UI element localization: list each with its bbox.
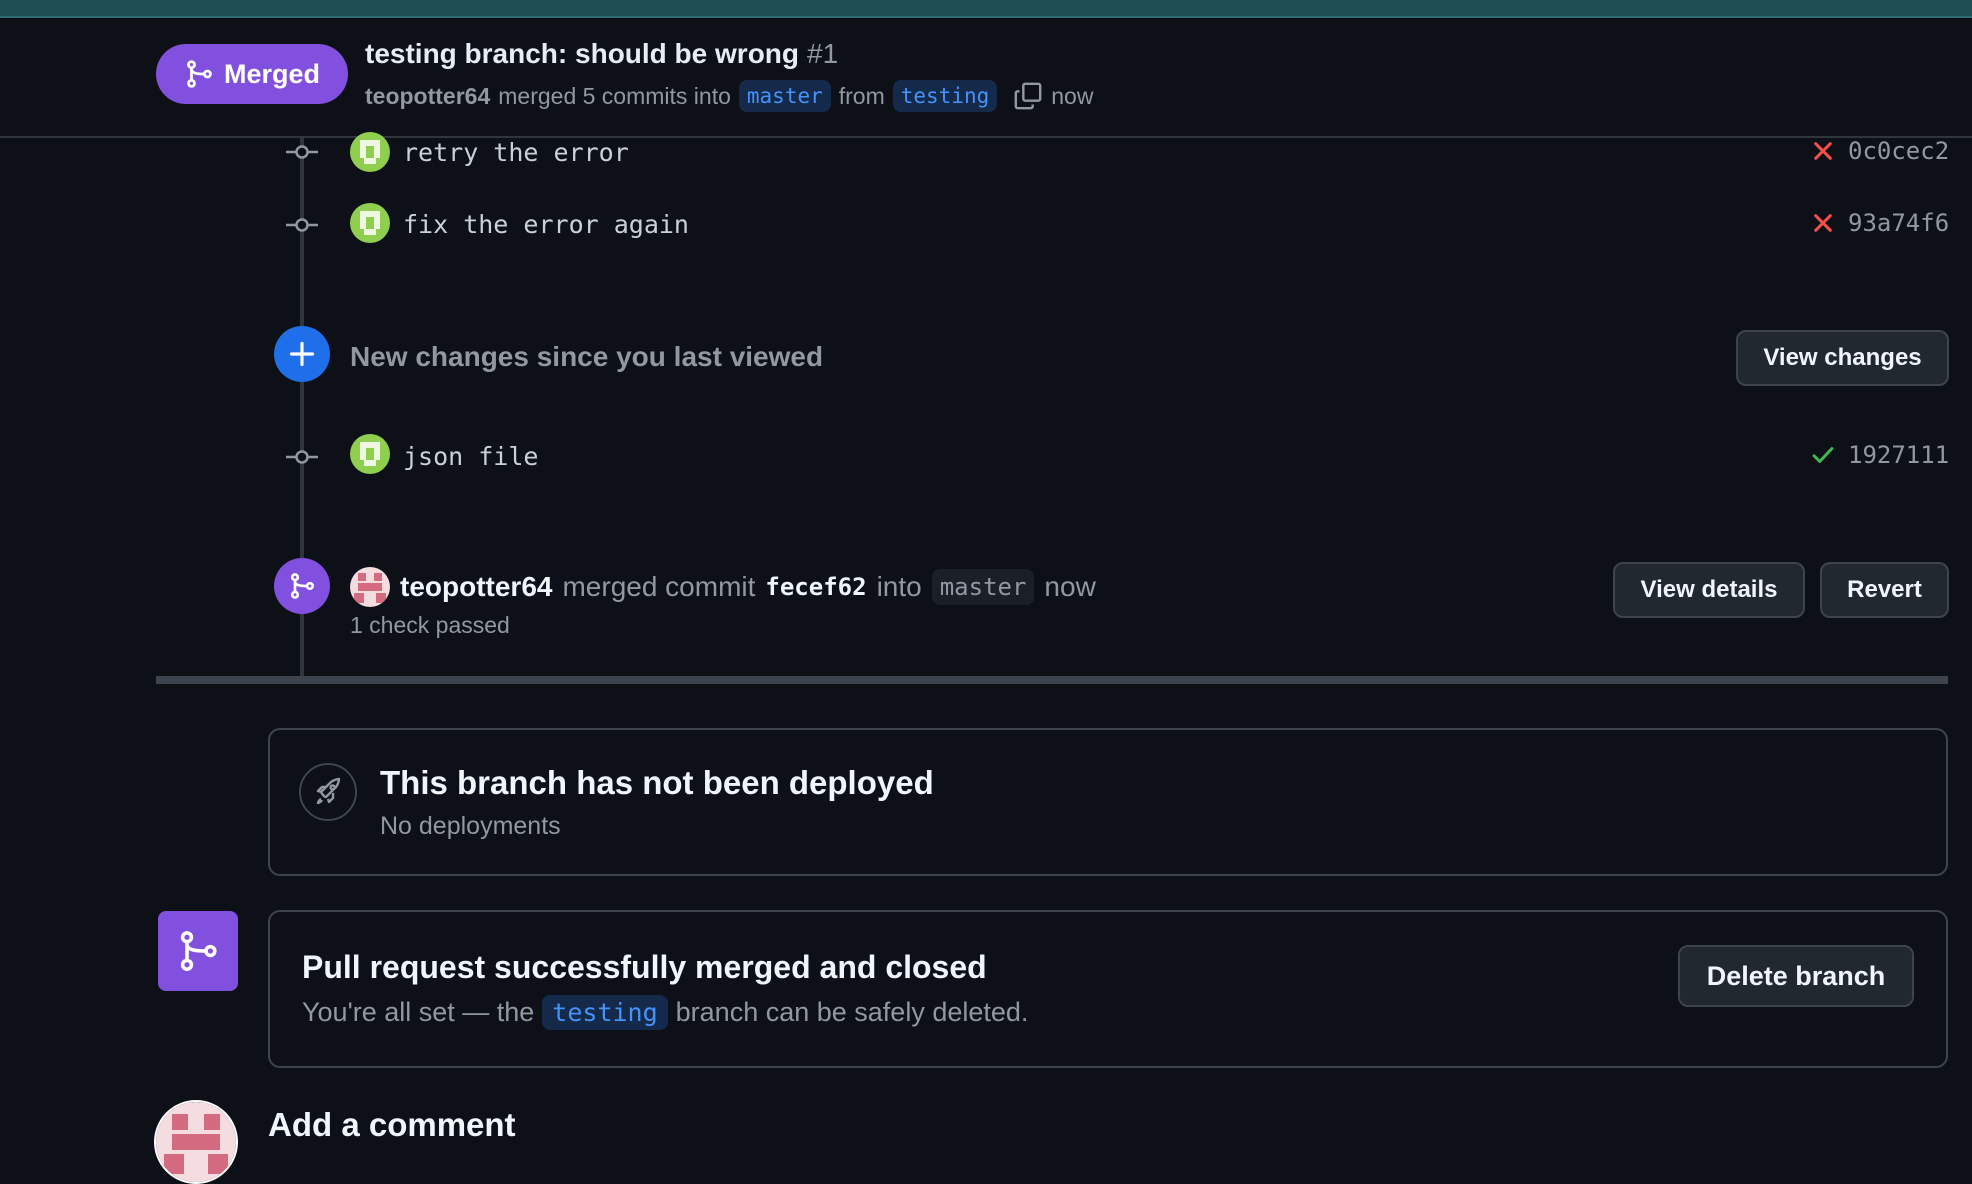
- pr-title: testing branch: should be wrong #1: [365, 38, 838, 70]
- from-text: from: [838, 82, 885, 109]
- add-comment-heading: Add a comment: [268, 1106, 516, 1143]
- commit-node-icon: [286, 136, 318, 168]
- commit-message[interactable]: retry the error: [403, 138, 629, 167]
- commit-sha[interactable]: 0c0cec2: [1848, 137, 1949, 165]
- commit-sha-row: 93a74f6: [1810, 209, 1949, 237]
- commit-sha[interactable]: 1927111: [1848, 441, 1949, 469]
- avatar[interactable]: [154, 1100, 238, 1184]
- merged-sub-after: branch can be safely deleted.: [675, 997, 1029, 1027]
- avatar[interactable]: [350, 132, 390, 172]
- merge-text: merged commit: [562, 571, 756, 602]
- commit-node-icon: [286, 209, 318, 241]
- top-strip: [0, 0, 1972, 16]
- x-icon[interactable]: [1810, 138, 1836, 164]
- deployment-subtitle: No deployments: [380, 812, 561, 840]
- git-merge-icon: [187, 60, 212, 88]
- merged-sub-before: You're all set — the: [302, 997, 535, 1027]
- pr-author-link[interactable]: teopotter64: [365, 83, 490, 110]
- deployment-title: This branch has not been deployed: [380, 764, 934, 801]
- merge-branch-chip[interactable]: master: [931, 569, 1035, 605]
- git-merge-icon: [274, 558, 330, 614]
- copy-icon[interactable]: [1013, 81, 1043, 111]
- merged-title: Pull request successfully merged and clo…: [302, 949, 987, 985]
- avatar[interactable]: [350, 567, 390, 607]
- check-icon[interactable]: [1810, 442, 1836, 468]
- merged-state-badge: Merged: [156, 44, 348, 104]
- merge-author-link[interactable]: teopotter64: [400, 571, 552, 603]
- view-details-button[interactable]: View details: [1613, 562, 1805, 618]
- revert-button[interactable]: Revert: [1820, 562, 1949, 618]
- commit-node-icon: [286, 441, 318, 473]
- x-icon[interactable]: [1810, 210, 1836, 236]
- merged-text: merged 5 commits into: [498, 82, 731, 109]
- pr-time: now: [1051, 82, 1094, 109]
- commit-sha-row: 0c0cec2: [1810, 137, 1949, 165]
- checks-status[interactable]: 1 check passed: [350, 612, 510, 639]
- git-merge-icon: [158, 911, 238, 991]
- commit-message[interactable]: json file: [403, 442, 538, 471]
- state-label: Merged: [223, 58, 321, 89]
- view-changes-button[interactable]: View changes: [1736, 330, 1949, 386]
- avatar[interactable]: [350, 203, 390, 243]
- commit-sha[interactable]: 93a74f6: [1848, 209, 1949, 237]
- merge-time: now: [1044, 571, 1096, 602]
- base-branch-chip[interactable]: master: [738, 80, 831, 112]
- timeline-divider: [156, 676, 1948, 684]
- merge-commit-sha[interactable]: fecef62: [765, 573, 866, 601]
- delete-branch-button[interactable]: Delete branch: [1678, 945, 1914, 1007]
- merged-subtitle: You're all set — the testing branch can …: [302, 995, 1028, 1030]
- pr-title-text: testing branch: should be wrong: [365, 38, 799, 69]
- pr-number: #1: [807, 38, 839, 69]
- head-branch-chip[interactable]: testing: [892, 80, 998, 112]
- rocket-icon: [299, 763, 357, 821]
- new-changes-label: New changes since you last viewed: [350, 341, 824, 372]
- testing-branch-chip[interactable]: testing: [542, 995, 668, 1030]
- deployment-box: [268, 728, 1948, 876]
- into-text: into: [876, 571, 922, 602]
- avatar[interactable]: [350, 434, 390, 474]
- merge-event: teopotter64 merged commit fecef62 into m…: [350, 567, 1096, 607]
- new-changes-plus-icon: [274, 326, 330, 382]
- commit-sha-row: 1927111: [1810, 441, 1949, 469]
- pr-meta: teopotter64 merged 5 commits into master…: [365, 80, 1093, 112]
- commit-message[interactable]: fix the error again: [403, 210, 689, 239]
